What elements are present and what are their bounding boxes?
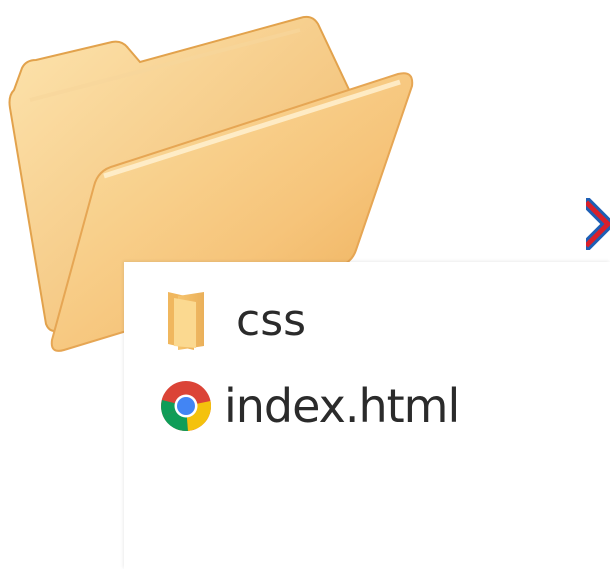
- close-mark-icon: [586, 198, 610, 250]
- folder-icon: [168, 292, 204, 350]
- file-name-index-html: index.html: [224, 379, 460, 433]
- chrome-icon: [161, 381, 212, 431]
- file-list-panel: css index.html: [124, 262, 610, 569]
- screenshot-stage: css index.html: [0, 0, 610, 569]
- file-row-css[interactable]: css: [164, 290, 306, 350]
- file-name-css: css: [236, 294, 307, 346]
- file-row-index-html[interactable]: index.html: [160, 376, 460, 436]
